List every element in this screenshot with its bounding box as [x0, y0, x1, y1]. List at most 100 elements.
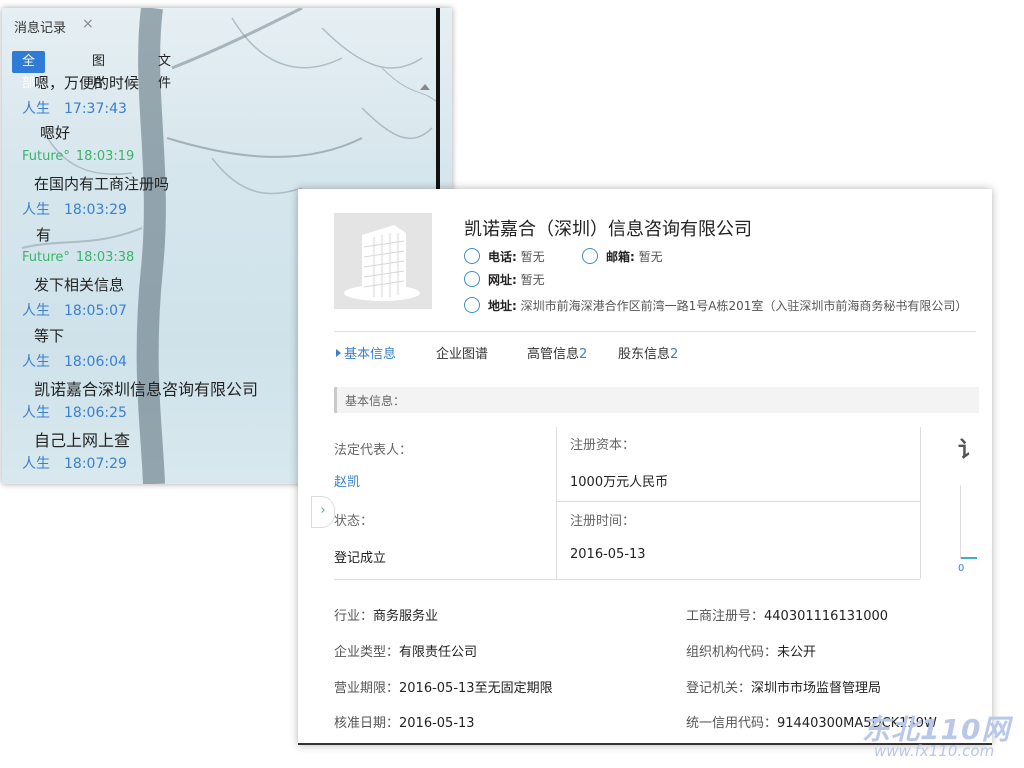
sender-name: 人生 — [22, 303, 50, 319]
email-row: 邮箱: 暂无 — [582, 248, 663, 265]
company-info-card: 凯诺嘉合（深圳）信息咨询有限公司 电话: 暂无 邮箱: 暂无 网址: 暂无 地址… — [298, 189, 992, 745]
email-label: 邮箱: — [606, 250, 635, 264]
website-row: 网址: 暂无 — [464, 271, 545, 288]
message-text: 有 — [36, 226, 52, 244]
company-logo — [334, 213, 432, 309]
detail-value: 440301116131000 — [764, 609, 889, 624]
detail-company-type: 企业类型：有限责任公司 — [334, 641, 477, 660]
detail-key: 组织机构代码： — [686, 645, 778, 660]
tab-all[interactable]: 全部 — [12, 51, 46, 91]
sender-name: 人生 — [22, 354, 50, 370]
detail-approval-date: 核准日期：2016-05-13 — [334, 712, 475, 731]
message-time: 18:07:29 — [64, 456, 127, 472]
sender-name: 人生 — [22, 405, 50, 421]
chat-header: 消息记录 × — [2, 8, 438, 44]
phone-label: 电话: — [488, 250, 517, 264]
grid-line — [556, 427, 557, 579]
chart-bar — [961, 557, 977, 559]
message-time: 17:37:43 — [64, 101, 127, 117]
section-title: 基本信息： — [345, 394, 406, 408]
message-text: 嗯好 — [40, 124, 71, 142]
tab-count: 2 — [579, 347, 588, 362]
message-text: 在国内有工商注册吗 — [34, 175, 170, 193]
sender-name: Future° — [22, 149, 70, 164]
tab-shareholders[interactable]: 股东信息2 — [618, 343, 678, 362]
detail-value: 2016-05-13至无固定期限 — [399, 681, 553, 696]
grid-line — [920, 427, 921, 579]
tab-basic-info[interactable]: 基本信息 — [336, 343, 396, 362]
watermark-url: www.fx110.com — [874, 742, 995, 760]
section-header: 基本信息： — [334, 387, 979, 413]
location-pin-icon — [464, 297, 480, 313]
side-mini-chart — [960, 485, 977, 559]
message-sender: 人生 18:06:04 — [22, 351, 127, 371]
chart-axis-zero: 0 — [958, 563, 965, 574]
tab-images[interactable]: 图片 — [82, 51, 115, 91]
expand-arrow-button[interactable]: › — [311, 496, 335, 528]
message-text: 发下相关信息 — [34, 276, 125, 294]
grid-line — [556, 501, 920, 502]
close-icon[interactable]: × — [82, 16, 94, 32]
message-sender: Future° 18:03:19 — [22, 149, 134, 164]
message-sender: Future° 18:03:38 — [22, 250, 134, 265]
detail-org-code: 组织机构代码：未公开 — [686, 641, 816, 660]
sender-name: 人生 — [22, 202, 50, 218]
grid-line — [334, 579, 920, 580]
tab-count: 2 — [670, 347, 679, 362]
message-sender: 人生 18:06:25 — [22, 402, 127, 422]
tab-label: 高管信息 — [527, 347, 580, 362]
address-row: 地址: 深圳市前海深港合作区前湾一路1号A栋201室（入驻深圳市前海商务秘书有限… — [464, 297, 967, 314]
tab-company-graph[interactable]: 企业图谱 — [436, 343, 488, 362]
detail-value: 2016-05-13 — [399, 716, 475, 731]
side-panel-title: 讠 — [958, 438, 981, 463]
legal-rep-link[interactable]: 赵凯 — [334, 471, 360, 490]
detail-key: 营业期限： — [334, 681, 400, 696]
message-sender: 人生 18:03:29 — [22, 199, 127, 219]
message-time: 18:06:04 — [64, 354, 127, 370]
phone-icon — [464, 248, 480, 264]
building-icon — [344, 225, 420, 301]
tab-label: 基本信息 — [344, 347, 397, 362]
message-time: 18:03:29 — [64, 202, 127, 218]
website-label: 网址: — [488, 273, 517, 287]
address-value: 深圳市前海深港合作区前湾一路1号A栋201室（入驻深圳市前海商务秘书有限公司） — [520, 299, 968, 313]
sender-name: 人生 — [22, 456, 50, 472]
tab-files[interactable]: 文件 — [148, 51, 181, 91]
message-time: 18:06:25 — [64, 405, 127, 421]
phone-value: 暂无 — [520, 250, 545, 264]
message-time: 18:03:19 — [75, 149, 135, 164]
email-value: 暂无 — [638, 250, 663, 264]
detail-reg-authority: 登记机关：深圳市市场监督管理局 — [686, 677, 881, 696]
reg-capital-value: 1000万元人民币 — [570, 475, 669, 490]
detail-value: 商务服务业 — [373, 609, 439, 624]
detail-key: 工商注册号： — [686, 609, 765, 624]
status-value: 登记成立 — [334, 551, 387, 566]
company-name: 凯诺嘉合（深圳）信息咨询有限公司 — [464, 219, 752, 240]
chat-title: 消息记录 — [14, 21, 67, 36]
reg-time-label: 注册时间： — [570, 514, 636, 529]
email-icon — [582, 248, 598, 264]
message-text: 等下 — [34, 327, 65, 345]
sender-name: 人生 — [22, 101, 50, 117]
detail-key: 核准日期： — [334, 716, 400, 731]
message-sender: 人生 18:07:29 — [22, 453, 127, 473]
reg-time-value: 2016-05-13 — [570, 547, 646, 562]
message-text: 凯诺嘉合深圳信息咨询有限公司 — [34, 380, 259, 399]
sender-name: Future° — [22, 250, 70, 265]
message-sender: 人生 18:05:07 — [22, 300, 127, 320]
tab-label: 企业图谱 — [436, 347, 489, 362]
detail-reg-number: 工商注册号：440301116131000 — [686, 605, 888, 624]
message-time: 18:03:38 — [75, 250, 135, 265]
tab-executives[interactable]: 高管信息2 — [527, 343, 587, 362]
detail-value: 深圳市市场监督管理局 — [751, 681, 882, 696]
reg-capital-label: 注册资本： — [570, 438, 636, 453]
address-label: 地址: — [488, 299, 517, 313]
website-value: 暂无 — [520, 273, 545, 287]
detail-key: 行业： — [334, 609, 374, 624]
status-label: 状态： — [334, 514, 374, 529]
detail-value: 未公开 — [777, 645, 817, 660]
caret-right-icon — [336, 349, 341, 357]
tab-label: 股东信息 — [618, 347, 671, 362]
legal-rep-label: 法定代表人： — [334, 443, 413, 458]
message-sender: 人生 17:37:43 — [22, 98, 127, 118]
